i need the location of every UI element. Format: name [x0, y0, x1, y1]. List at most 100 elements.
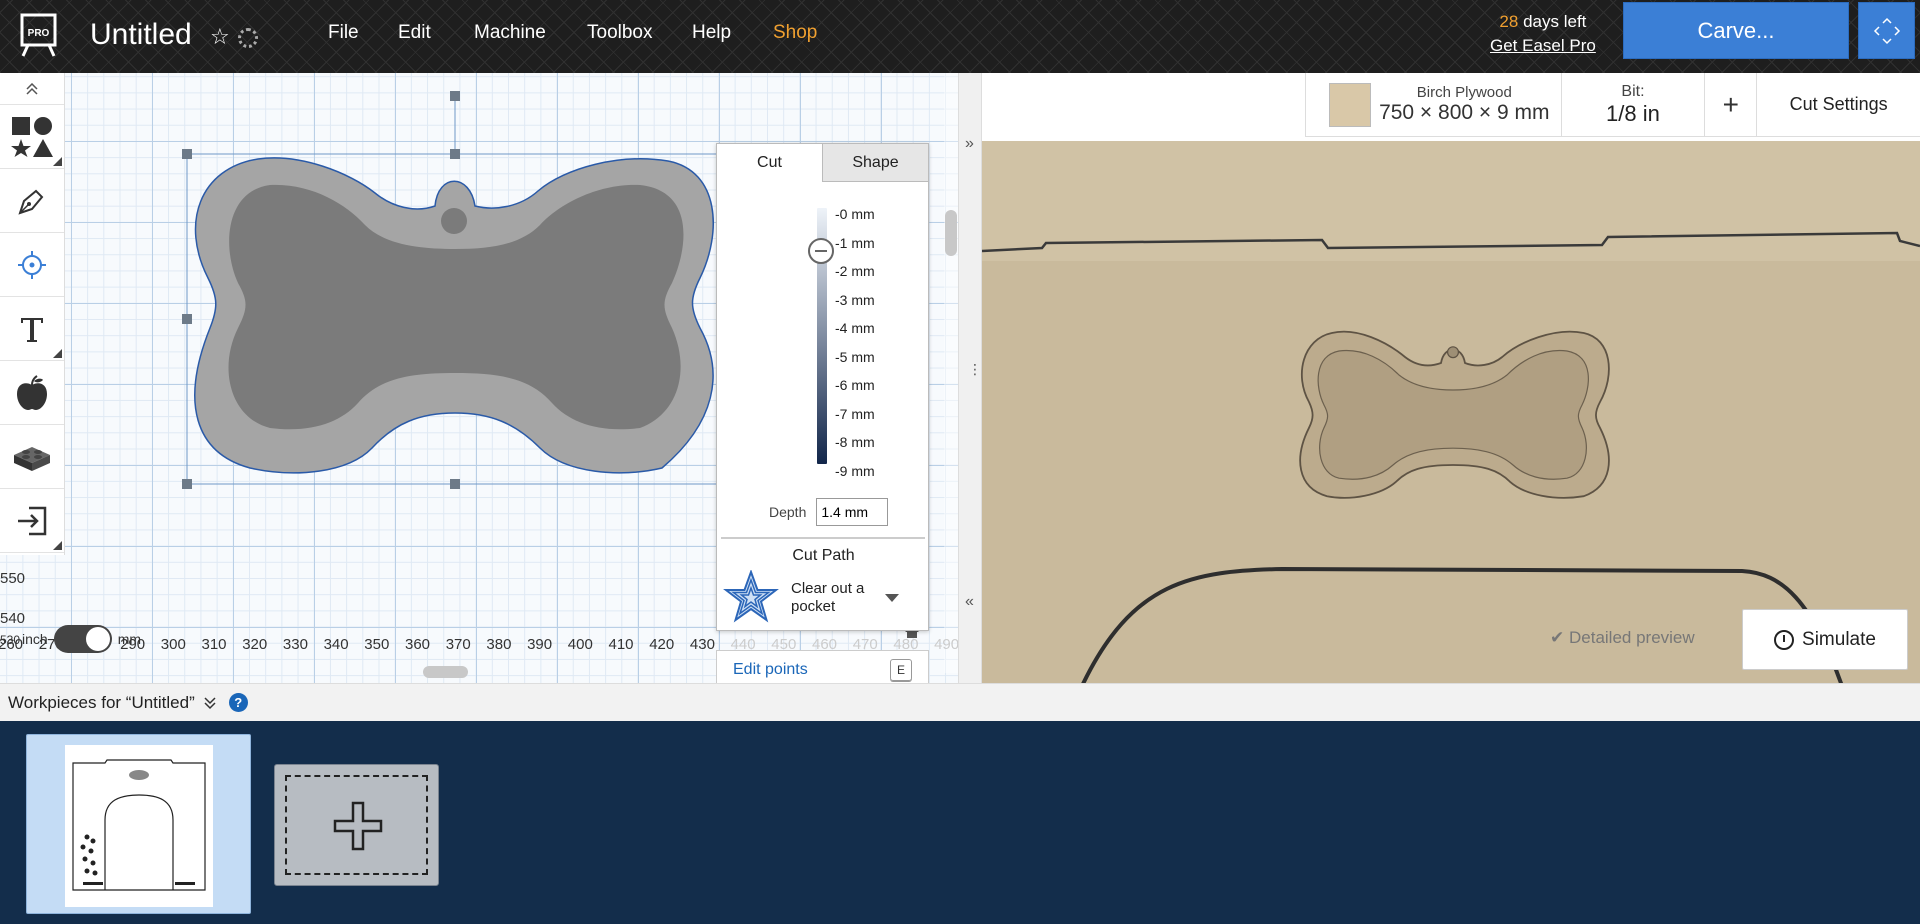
carve-button[interactable]: Carve... — [1623, 2, 1849, 59]
material-button[interactable]: Birch Plywood 750 × 800 × 9 mm — [1306, 73, 1562, 136]
depth-scale-label: -1 mm — [835, 234, 875, 251]
add-workpiece-button[interactable] — [274, 764, 439, 886]
ruler-x-label: 300 — [160, 636, 186, 653]
unit-inch-label: inch — [22, 631, 48, 647]
panel-splitter[interactable]: » ⋮ « — [958, 73, 982, 683]
get-pro-link[interactable]: Get Easel Pro — [1490, 34, 1596, 58]
origin-tool[interactable] — [0, 233, 64, 297]
ruler-x-label: 340 — [323, 636, 349, 653]
drag-handle-icon[interactable]: ⋮ — [968, 361, 982, 378]
easel-logo-icon[interactable]: PRO — [20, 13, 57, 57]
depth-label: Depth — [769, 504, 807, 520]
machine-connect-button[interactable] — [1858, 2, 1915, 59]
document-title[interactable]: Untitled — [90, 18, 192, 52]
depth-scale-label: -0 mm — [835, 206, 875, 222]
resize-handle-tm[interactable] — [450, 149, 460, 159]
depth-input[interactable] — [816, 498, 889, 526]
menu-help[interactable]: Help — [692, 22, 731, 44]
machine-arrows-icon — [1873, 17, 1900, 44]
ruler-x-label: 490 — [934, 636, 960, 653]
workpiece-thumbnail — [65, 745, 213, 907]
resize-handle-bl[interactable] — [182, 479, 192, 489]
tab-cut[interactable]: Cut — [717, 144, 822, 182]
bit-value: 1/8 in — [1606, 100, 1660, 126]
text-icon — [21, 317, 43, 342]
tab-shape[interactable]: Shape — [822, 144, 928, 182]
menu-edit[interactable]: Edit — [398, 22, 431, 44]
depth-scale-label: -4 mm — [835, 320, 875, 336]
detailed-preview-label: Detailed preview — [1568, 628, 1695, 647]
preview-render-svg — [982, 141, 1920, 683]
horizontal-scroll-thumb[interactable] — [423, 666, 468, 678]
simulate-button[interactable]: Simulate — [1742, 609, 1908, 670]
depth-scale-label: -2 mm — [835, 263, 875, 279]
collapse-left-icon[interactable]: « — [965, 593, 974, 611]
depth-scale: -0 mm -1 mm -2 mm -3 mm -4 mm -5 mm -6 m… — [835, 206, 875, 491]
import-icon — [18, 506, 47, 535]
text-tool[interactable] — [0, 297, 64, 361]
depth-scale-label: -8 mm — [835, 434, 875, 450]
logo-text: PRO — [28, 28, 50, 39]
import-tool-menu-corner — [53, 541, 62, 550]
ruler-x-label: 400 — [567, 636, 593, 653]
saving-spinner-icon — [238, 28, 258, 48]
shapes-icon — [11, 116, 53, 157]
favorite-star-icon[interactable]: ☆ — [210, 24, 230, 50]
pen-icon — [18, 189, 44, 215]
workpiece-card[interactable] — [26, 734, 251, 914]
import-tool[interactable] — [0, 489, 64, 553]
cut-path-value: Clear out a pocket — [791, 580, 865, 615]
resize-handle-ml[interactable] — [182, 314, 192, 324]
shapes-tool-menu-corner — [53, 157, 62, 166]
cut-path-dropdown[interactable]: Clear out a pocket — [723, 569, 923, 627]
material-settings-bar: Birch Plywood 750 × 800 × 9 mm Bit: 1/8 … — [1305, 73, 1920, 137]
apps-tool[interactable] — [0, 425, 64, 489]
shapes-tool[interactable] — [0, 105, 64, 169]
unit-switch-knob — [85, 627, 110, 651]
menu-file[interactable]: File — [328, 22, 359, 44]
ruler-x-label: 390 — [527, 636, 553, 653]
simulate-label: Simulate — [1802, 628, 1876, 650]
icons-library-tool[interactable] — [0, 361, 64, 425]
rotate-handle[interactable] — [450, 91, 460, 101]
material-name: Birch Plywood — [1416, 84, 1512, 101]
depth-scale-label: -5 mm — [835, 348, 875, 365]
trial-days: 28 — [1499, 12, 1519, 31]
add-plus-icon — [333, 801, 383, 851]
pocket-star-icon — [723, 570, 779, 623]
vertical-scrollbar[interactable] — [945, 210, 957, 256]
edit-points-label: Edit points — [733, 661, 808, 678]
material-swatch — [1329, 82, 1372, 127]
cut-path-divider — [721, 537, 925, 539]
unit-toggle[interactable]: inch mm — [22, 625, 141, 653]
resize-handle-bm[interactable] — [450, 479, 460, 489]
toolbar-collapse-button[interactable] — [0, 73, 64, 105]
apple-icon — [17, 374, 47, 410]
ruler-x-label: 260 — [0, 636, 24, 653]
workpieces-title: Workpieces for “Untitled” — [8, 692, 195, 712]
add-bit-button[interactable]: + — [1705, 73, 1758, 136]
collapse-right-icon[interactable]: » — [965, 135, 974, 153]
detailed-preview-toggle[interactable]: ✔ Detailed preview — [1550, 628, 1695, 648]
bone-hole-shape — [441, 208, 467, 234]
lego-icon — [14, 446, 50, 471]
panel-tabs: Cut Shape — [717, 144, 928, 182]
menu-toolbox[interactable]: Toolbox — [587, 22, 653, 44]
help-icon[interactable]: ? — [228, 693, 248, 712]
bit-button[interactable]: Bit: 1/8 in — [1562, 73, 1706, 136]
menu-machine[interactable]: Machine — [474, 22, 546, 44]
unit-switch[interactable] — [53, 625, 112, 653]
menu-shop[interactable]: Shop — [773, 22, 817, 44]
resize-handle-tl[interactable] — [182, 149, 192, 159]
workpieces-header[interactable]: Workpieces for “Untitled” ? — [0, 683, 1920, 721]
horizontal-scrollbar[interactable] — [120, 666, 710, 680]
depth-scale-label: -7 mm — [835, 405, 875, 422]
depth-slider-handle[interactable] — [808, 238, 834, 264]
chevron-double-down-icon[interactable] — [203, 696, 217, 710]
pen-tool[interactable] — [0, 169, 64, 233]
ruler-x-label: 360 — [405, 636, 431, 653]
ruler-x-label: 370 — [445, 636, 471, 653]
cut-settings-button[interactable]: Cut Settings — [1757, 73, 1920, 136]
cut-path-title: Cut Path — [792, 547, 855, 564]
plus-icon: + — [1722, 88, 1739, 120]
